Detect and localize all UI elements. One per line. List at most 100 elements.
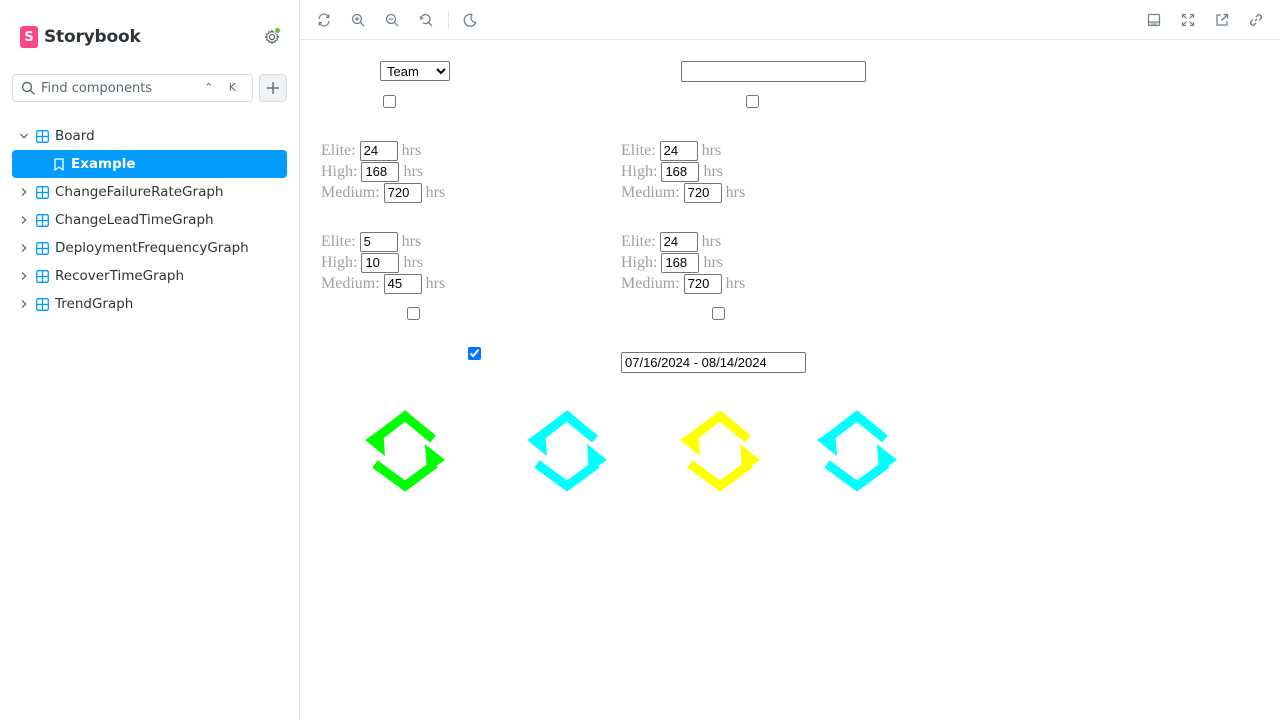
medium-input[interactable]: [383, 273, 422, 294]
high-label: High:: [621, 253, 658, 271]
new-tab-icon: [1216, 13, 1229, 26]
sidebar-item-label: TrendGraph: [55, 296, 134, 312]
component-icon: [36, 269, 49, 283]
settings-button[interactable]: [262, 27, 282, 47]
unit-label: hrs: [403, 162, 424, 180]
zoom-reset-button[interactable]: [416, 10, 436, 30]
chevron-down-icon: [20, 133, 28, 139]
zoom-out-button[interactable]: [382, 10, 402, 30]
medium-label: Medium:: [321, 274, 380, 292]
high-input[interactable]: [361, 252, 400, 273]
unit-label: hrs: [703, 253, 724, 271]
elite-label: Elite:: [321, 141, 356, 159]
high-input[interactable]: [361, 161, 400, 182]
moon-icon: [463, 13, 477, 27]
chevron-right-icon: [21, 244, 27, 252]
checkbox-top-left[interactable]: [383, 95, 396, 108]
sidebar-item-recover-time-graph[interactable]: RecoverTimeGraph: [12, 262, 287, 290]
zoom-in-icon: [351, 13, 365, 27]
elite-input[interactable]: [659, 140, 698, 161]
notification-dot: [274, 27, 281, 34]
sidebar-item-example[interactable]: Example: [12, 150, 287, 178]
reload-button[interactable]: [314, 10, 334, 30]
link-icon: [1249, 14, 1263, 26]
medium-input[interactable]: [683, 273, 722, 294]
fullscreen-button[interactable]: [1178, 10, 1198, 30]
sidebar-item-label: DeploymentFrequencyGraph: [55, 240, 249, 256]
sidebar-item-board[interactable]: Board: [12, 122, 287, 150]
threshold-group: Elite: hrs High: hrs Medium: hrs: [621, 231, 745, 294]
app-name: Storybook: [44, 27, 141, 47]
toggle-panel-button[interactable]: [1144, 10, 1164, 30]
sidebar-item-label: Board: [55, 128, 95, 144]
checkbox-checked[interactable]: [468, 347, 481, 360]
elite-input[interactable]: [659, 231, 698, 252]
threshold-group: Elite: hrs High: hrs Medium: hrs: [321, 140, 445, 203]
medium-label: Medium:: [621, 274, 680, 292]
copy-link-button[interactable]: [1246, 10, 1266, 30]
sidebar-item-label: ChangeLeadTimeGraph: [55, 212, 214, 228]
unit-label: hrs: [725, 183, 746, 201]
component-icon: [36, 185, 49, 199]
elite-label: Elite:: [321, 232, 356, 250]
component-icon: [36, 241, 49, 255]
cycle-icon: [365, 410, 445, 492]
sidebar-item-change-lead-time-graph[interactable]: ChangeLeadTimeGraph: [12, 206, 287, 234]
elite-label: Elite:: [621, 141, 656, 159]
sidebar-item-change-failure-rate-graph[interactable]: ChangeFailureRateGraph: [12, 178, 287, 206]
checkbox-top-right[interactable]: [746, 95, 759, 108]
chevron-right-icon: [21, 300, 27, 308]
sidebar-item-deployment-frequency-graph[interactable]: DeploymentFrequencyGraph: [12, 234, 287, 262]
open-new-tab-button[interactable]: [1212, 10, 1232, 30]
high-label: High:: [321, 253, 358, 271]
unit-label: hrs: [425, 274, 446, 292]
unit-label: hrs: [703, 162, 724, 180]
high-input[interactable]: [661, 161, 700, 182]
toolbar: [300, 0, 1280, 40]
component-tree: Board Example ChangeFailureRateGraph Cha…: [12, 122, 287, 318]
medium-input[interactable]: [383, 182, 422, 203]
zoom-reset-icon: [419, 13, 433, 27]
threshold-group: Elite: hrs High: hrs Medium: hrs: [621, 140, 745, 203]
high-input[interactable]: [661, 252, 700, 273]
unit-label: hrs: [403, 253, 424, 271]
unit-label: hrs: [725, 274, 746, 292]
cycle-icon: [680, 410, 760, 492]
chevron-right-icon: [21, 216, 27, 224]
zoom-in-button[interactable]: [348, 10, 368, 30]
cycle-icon: [527, 410, 607, 492]
elite-input[interactable]: [359, 231, 398, 252]
search-input[interactable]: [41, 80, 201, 96]
theme-toggle-button[interactable]: [460, 10, 480, 30]
medium-label: Medium:: [621, 183, 680, 201]
sidebar-item-label: ChangeFailureRateGraph: [55, 184, 224, 200]
panel-icon: [1147, 13, 1161, 27]
medium-input[interactable]: [683, 182, 722, 203]
search-shortcut: ⌃ K: [204, 81, 242, 94]
team-select[interactable]: Team: [380, 61, 450, 81]
zoom-out-icon: [385, 13, 399, 27]
text-input[interactable]: [681, 61, 866, 82]
checkbox-mid-left[interactable]: [407, 307, 420, 320]
chevron-right-icon: [21, 188, 27, 196]
search-icon: [21, 81, 35, 95]
sidebar-item-label: Example: [71, 156, 136, 172]
component-icon: [36, 213, 49, 227]
add-button[interactable]: [259, 74, 287, 102]
high-label: High:: [321, 162, 358, 180]
high-label: High:: [621, 162, 658, 180]
checkbox-mid-right[interactable]: [712, 307, 725, 320]
fullscreen-icon: [1181, 13, 1195, 27]
elite-label: Elite:: [621, 232, 656, 250]
cycle-icon: [817, 410, 897, 492]
search-box: ⌃ K: [12, 74, 253, 102]
elite-input[interactable]: [359, 140, 398, 161]
brand[interactable]: S Storybook: [20, 26, 141, 48]
chevron-right-icon: [21, 272, 27, 280]
storybook-logo-icon: S: [20, 26, 38, 48]
component-icon: [36, 129, 49, 143]
plus-icon: [267, 82, 279, 94]
unit-label: hrs: [701, 232, 722, 250]
sidebar-item-trend-graph[interactable]: TrendGraph: [12, 290, 287, 318]
date-range-input[interactable]: [621, 352, 806, 373]
